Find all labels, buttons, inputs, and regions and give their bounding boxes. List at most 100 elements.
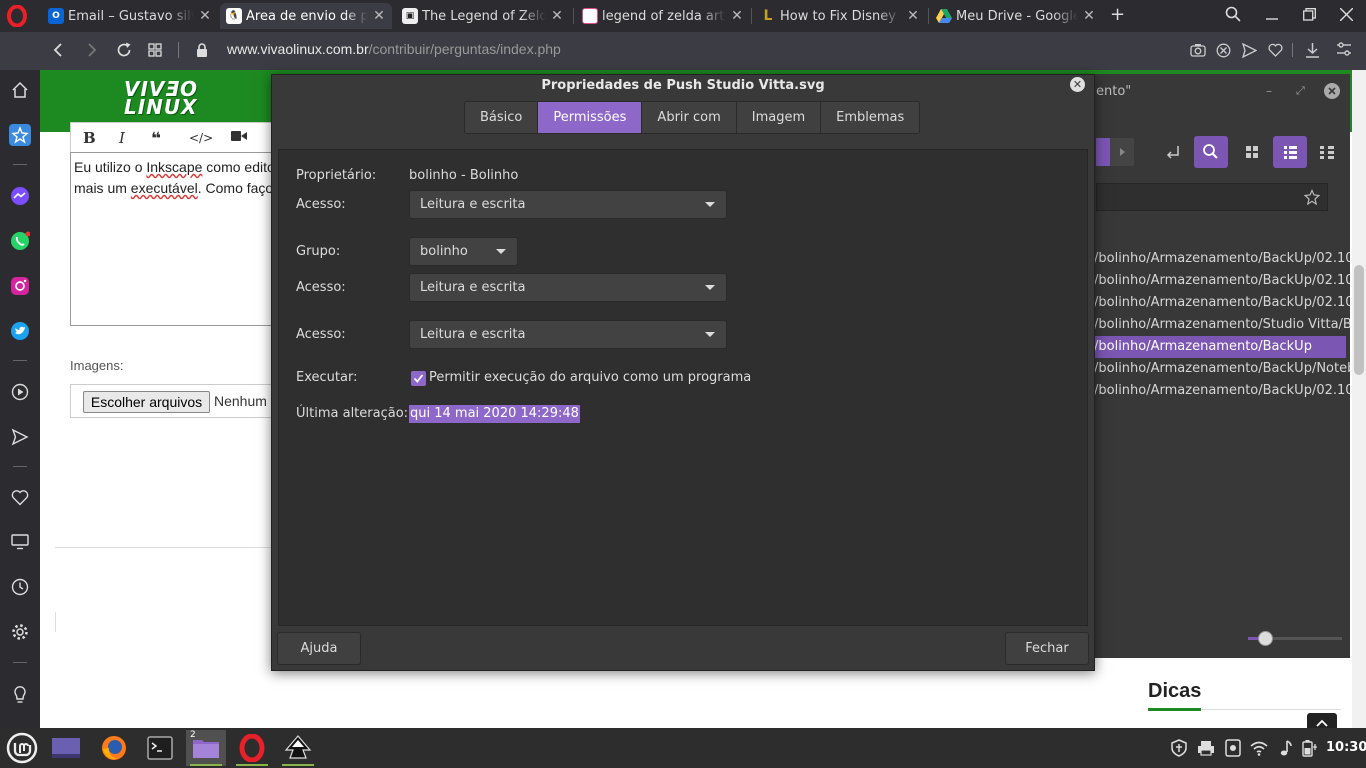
fm-list-view-button[interactable] (1273, 136, 1307, 168)
tab-emblemas[interactable]: Emblemas (821, 102, 920, 133)
tab-email[interactable]: O Email – Gustavo silva ✕ (42, 3, 218, 29)
terminal-icon[interactable] (140, 730, 180, 766)
whatsapp-icon[interactable] (9, 230, 31, 252)
wifi-icon[interactable] (1250, 739, 1268, 757)
back-icon[interactable] (52, 43, 66, 57)
tab-disney[interactable]: L How to Fix Disney Plus ✕ (754, 3, 926, 29)
star-icon[interactable] (9, 124, 31, 146)
code-icon[interactable]: </> (189, 131, 213, 145)
inkscape-taskbar-button[interactable] (278, 730, 318, 766)
close-icon[interactable]: ✕ (550, 8, 564, 24)
fm-result-row[interactable]: /bolinho/Armazenamento/BackUp/02.10.2 (1094, 380, 1350, 402)
close-icon[interactable]: ✕ (198, 8, 212, 24)
opera-taskbar-button[interactable] (232, 730, 272, 766)
lightbulb-icon[interactable] (9, 684, 31, 706)
twitter-icon[interactable] (9, 320, 31, 342)
mint-menu-icon[interactable] (2, 730, 42, 766)
messenger-icon[interactable] (9, 185, 31, 207)
dialog-close-icon[interactable]: ✕ (1070, 77, 1085, 92)
close-icon[interactable]: ✕ (730, 8, 744, 24)
tab-zelda[interactable]: ▣ The Legend of Zelda ✕ (396, 3, 570, 29)
clock[interactable]: 10:30 (1326, 740, 1366, 755)
show-desktop-icon[interactable] (46, 730, 86, 766)
site-logo[interactable]: VIVƎO LINUX (124, 79, 198, 117)
fm-favorite-star-icon[interactable] (1304, 189, 1320, 205)
shield-icon[interactable] (1170, 739, 1188, 757)
restore-icon[interactable] (1303, 8, 1316, 21)
fm-result-row[interactable]: /bolinho/Armazenamento/Studio Vitta/Bac (1094, 314, 1350, 336)
close-button[interactable]: Fechar (1005, 632, 1089, 665)
execute-checkbox-label[interactable]: Permitir execução do arquivo como um pro… (429, 370, 751, 385)
speed-dial-icon[interactable] (148, 43, 162, 57)
easy-setup-icon[interactable] (1336, 41, 1352, 57)
fm-result-row[interactable]: /bolinho/Armazenamento/BackUp/Notebo (1094, 358, 1350, 380)
close-icon[interactable]: ✕ (1082, 8, 1096, 24)
question-editor[interactable]: Eu utilizo o Inkscape como edito mais um… (70, 152, 280, 326)
execute-checkbox[interactable] (411, 371, 426, 386)
tab-abrir-com[interactable]: Abrir com (642, 102, 737, 133)
fm-close-icon[interactable] (1324, 83, 1340, 99)
video-icon[interactable] (231, 130, 247, 142)
group-select[interactable]: bolinho (409, 237, 518, 266)
fm-result-row-selected[interactable]: /bolinho/Armazenamento/BackUp (1090, 336, 1346, 358)
choose-files-button[interactable]: Escolher arquivos (83, 391, 210, 413)
history-icon[interactable] (9, 576, 31, 598)
close-icon[interactable]: ✕ (372, 8, 386, 24)
italic-icon[interactable]: I (119, 129, 125, 147)
fm-result-row[interactable]: /bolinho/Armazenamento/BackUp/02.10.2 (1094, 248, 1350, 270)
window-close-icon[interactable] (1340, 8, 1353, 21)
bookmarks-heart-icon[interactable] (9, 486, 31, 508)
tab-drive[interactable]: Meu Drive - Google Drive ✕ (930, 3, 1102, 29)
flow-icon[interactable] (9, 426, 31, 448)
battery-icon[interactable] (1300, 739, 1318, 757)
settings-gear-icon[interactable] (9, 621, 31, 643)
printer-icon[interactable] (1197, 739, 1215, 757)
fm-maximize-icon[interactable]: ⤢ (1296, 84, 1305, 98)
screenshot-tray-icon[interactable] (1224, 739, 1242, 757)
heart-icon[interactable] (1268, 43, 1283, 57)
forward-icon[interactable] (84, 43, 98, 57)
owner-access-select[interactable]: Leitura e escrita (409, 190, 727, 219)
page-scrollbar[interactable] (1352, 70, 1366, 728)
minimize-icon[interactable] (1266, 8, 1278, 20)
help-button[interactable]: Ajuda (277, 632, 361, 665)
send-icon[interactable] (1242, 43, 1257, 58)
tab-basico[interactable]: Básico (465, 102, 539, 133)
fm-toggle-location-icon[interactable] (1164, 143, 1182, 161)
adblock-icon[interactable] (1216, 43, 1231, 58)
music-icon[interactable] (1276, 739, 1294, 757)
fm-icon-view-icon[interactable] (1244, 144, 1260, 160)
tab-imagem[interactable]: Imagem (736, 102, 822, 133)
home-icon[interactable] (9, 79, 31, 101)
new-tab-icon[interactable]: + (1110, 4, 1125, 25)
fm-result-row[interactable]: /bolinho/Armazenamento/BackUp/02.10.2 (1094, 270, 1350, 292)
bold-icon[interactable]: B (83, 129, 96, 147)
lock-icon[interactable] (196, 43, 208, 57)
download-icon[interactable] (1305, 42, 1320, 58)
page-scrollbar-thumb[interactable] (1354, 265, 1364, 375)
files-taskbar-button[interactable]: 2 (186, 730, 226, 766)
tab-zelda-art[interactable]: legend of zelda art G ✕ (576, 3, 750, 29)
close-icon[interactable]: ✕ (906, 8, 920, 24)
firefox-icon[interactable] (94, 730, 134, 766)
fm-zoom-slider-knob[interactable] (1258, 631, 1273, 646)
instagram-icon[interactable] (9, 275, 31, 297)
fm-minimize-icon[interactable]: – (1266, 84, 1272, 98)
tab-area-envio[interactable]: 🐧 Área de envio de perguntas ✕ (220, 3, 392, 29)
quote-icon[interactable]: ❝ (151, 129, 161, 149)
others-access-select[interactable]: Leitura e escrita (409, 320, 727, 349)
reload-icon[interactable] (116, 42, 132, 58)
player-icon[interactable] (9, 381, 31, 403)
tabs-sync-icon[interactable] (9, 531, 31, 553)
fm-result-row[interactable]: /bolinho/Armazenamento/BackUp/02.10.2 (1094, 292, 1350, 314)
url-field[interactable]: www.vivaolinux.com.br/contribuir/pergunt… (227, 41, 561, 57)
search-tabs-icon[interactable] (1225, 6, 1241, 22)
fm-path-next[interactable] (1110, 138, 1134, 166)
fm-search-field[interactable] (1096, 183, 1328, 211)
group-access-select[interactable]: Leitura e escrita (409, 273, 727, 302)
camera-icon[interactable] (1190, 43, 1206, 57)
tab-permissoes[interactable]: Permissões (538, 102, 643, 133)
fm-compact-view-icon[interactable] (1319, 144, 1335, 160)
opera-menu-icon[interactable] (6, 5, 28, 27)
fm-search-button[interactable] (1194, 136, 1228, 168)
